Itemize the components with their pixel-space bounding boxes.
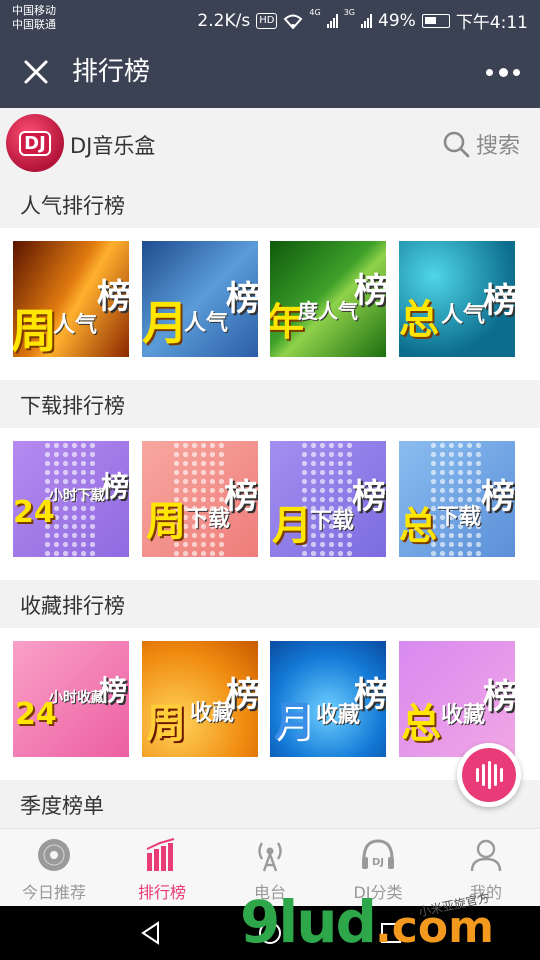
chart-tile-24h-favorites[interactable]: 24 小时收藏 榜	[13, 641, 129, 757]
search-icon	[443, 131, 470, 158]
signal-icon-2	[361, 13, 373, 28]
tile-bang-text: 榜	[226, 279, 258, 319]
tile-bang-text: 榜	[354, 675, 386, 715]
tile-small-text: 小时下载	[49, 488, 105, 504]
network-type-1: 4G	[309, 8, 321, 17]
tile-small-text: 人气	[441, 303, 486, 328]
tab-today-recommend[interactable]: 今日推荐	[0, 829, 108, 906]
signal-icon	[326, 13, 338, 28]
section-title: 收藏排行榜	[20, 594, 125, 618]
chart-tile-week-download[interactable]: 周 下载 榜	[142, 441, 258, 557]
svg-text:DJ: DJ	[372, 857, 384, 868]
app-logo[interactable]: DJ	[6, 114, 64, 172]
tile-bang-text: 榜	[481, 477, 515, 517]
chart-tile-month-popular[interactable]: 月 人气 榜	[142, 241, 258, 357]
search-button[interactable]: 搜索	[442, 128, 520, 160]
user-icon	[470, 839, 502, 872]
chart-tile-week-favorites[interactable]: 周 收藏 榜	[142, 641, 258, 757]
tile-big-text: 总	[401, 701, 441, 747]
status-bar: 中国移动 中国联通 2.2K/s HD 4G 3G 49% 下午4:11	[0, 0, 540, 36]
search-label: 搜索	[475, 134, 520, 159]
chart-tile-total-favorites[interactable]: 总 收藏 榜	[399, 641, 515, 757]
status-indicators: 2.2K/s HD 4G 3G 49% 下午4:11	[197, 8, 528, 33]
carrier-1: 中国移动	[12, 4, 56, 17]
tile-bang-text: 榜	[224, 477, 258, 517]
chart-bars-icon	[146, 838, 175, 871]
wifi-icon	[284, 14, 303, 29]
chart-tile-week-popular[interactable]: 周 人气 榜	[13, 241, 129, 357]
section-popular: 周 人气 榜 月 人气 榜 年 度人气 榜 总 人气 榜	[0, 228, 540, 380]
now-playing-button[interactable]	[457, 743, 521, 807]
chart-tile-24h-download[interactable]: 24 小时下载 榜	[13, 441, 129, 557]
page-title: 排行榜	[72, 57, 151, 87]
tile-big-text: 月	[142, 296, 188, 350]
more-options-button[interactable]	[486, 60, 520, 84]
hd-badge: HD	[256, 12, 278, 29]
title-bar: 排行榜	[0, 36, 540, 108]
tile-small-text: 下载	[310, 509, 355, 534]
tile-bang-text: 榜	[483, 281, 515, 321]
tile-small-text: 人气	[184, 311, 229, 336]
section-title: 季度榜单	[20, 794, 104, 818]
tile-small-text: 下载	[437, 505, 482, 530]
app-name[interactable]: DJ音乐盒	[70, 130, 155, 160]
section-title: 人气排行榜	[20, 194, 125, 218]
back-icon[interactable]	[138, 920, 164, 946]
disc-icon	[38, 839, 70, 871]
section-header-popular: 人气排行榜	[0, 180, 540, 228]
carrier-info: 中国移动 中国联通	[12, 4, 56, 32]
tile-big-text: 月	[274, 699, 314, 745]
tile-bang-text: 榜	[101, 470, 129, 503]
chart-tile-total-download[interactable]: 总 下载 榜	[399, 441, 515, 557]
tile-bang-text: 榜	[483, 677, 515, 717]
dot-icon	[498, 67, 508, 77]
tile-big-text: 总	[399, 297, 439, 343]
network-type-2: 3G	[343, 8, 356, 17]
tile-bang-text: 榜	[97, 277, 129, 317]
section-favorites: 24 小时收藏 榜 周 收藏 榜 月 收藏 榜 总 收藏 榜	[0, 628, 540, 780]
clock: 下午4:11	[455, 13, 528, 33]
battery-percent: 49%	[378, 10, 416, 31]
dot-icon	[513, 68, 520, 76]
section-header-favorites: 收藏排行榜	[0, 580, 540, 628]
chart-tile-total-popular[interactable]: 总 人气 榜	[399, 241, 515, 357]
tile-big-text: 总	[399, 504, 438, 548]
network-speed: 2.2K/s	[197, 10, 251, 31]
tile-small-text: 小时收藏	[49, 690, 105, 706]
dot-icon	[486, 68, 493, 76]
radio-tower-icon	[258, 842, 282, 872]
dj-headphones-icon: DJ	[362, 839, 394, 869]
tile-bang-text: 榜	[354, 271, 386, 311]
chart-tile-month-favorites[interactable]: 月 收藏 榜	[270, 641, 386, 757]
carrier-2: 中国联通	[12, 18, 56, 31]
tab-label: 今日推荐	[21, 883, 86, 902]
tile-big-text: 周	[146, 701, 186, 747]
equalizer-icon	[462, 748, 516, 802]
watermark-main: 9lud	[240, 888, 377, 956]
tile-bang-text: 榜	[352, 477, 386, 517]
tab-label: 排行榜	[137, 883, 186, 902]
section-header-download: 下载排行榜	[0, 380, 540, 428]
app-header: DJ DJ音乐盒 搜索	[0, 108, 540, 180]
chart-tile-month-download[interactable]: 月 下载 榜	[270, 441, 386, 557]
logo-text: DJ	[19, 130, 51, 156]
tile-bang-text: 榜	[226, 675, 258, 715]
tile-big-text: 月	[272, 503, 312, 549]
tile-bang-text: 榜	[99, 674, 128, 707]
tile-small-text: 收藏	[441, 703, 486, 728]
section-download: 24 小时下载 榜 周 下载 榜 月 下载 榜 总 下载 榜	[0, 428, 540, 580]
chart-tile-year-popular[interactable]: 年 度人气 榜	[270, 241, 386, 357]
tile-big-text: 周	[13, 304, 57, 357]
tile-big-text: 周	[146, 499, 186, 545]
section-title: 下载排行榜	[20, 394, 125, 418]
tile-small-text: 人气	[53, 313, 98, 338]
battery-icon	[421, 13, 450, 28]
tab-charts[interactable]: 排行榜	[108, 829, 216, 906]
tile-small-text: 度人气	[298, 299, 358, 323]
close-icon[interactable]	[20, 56, 52, 88]
